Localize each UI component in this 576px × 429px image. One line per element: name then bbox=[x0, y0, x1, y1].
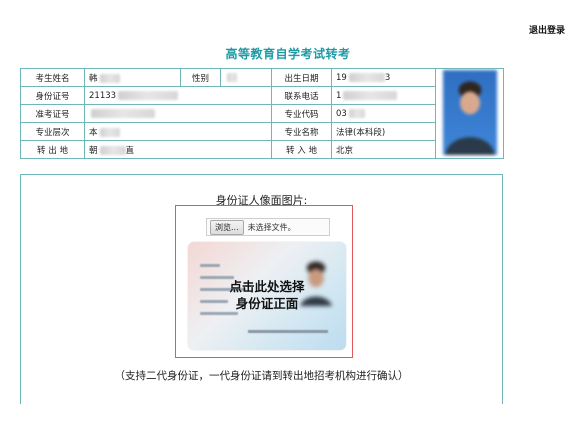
gender-label: 性别 bbox=[180, 68, 221, 87]
level-value: 本 bbox=[84, 122, 272, 141]
to-label: 转 入 地 bbox=[271, 140, 332, 159]
birth-label: 出生日期 bbox=[271, 68, 332, 87]
page-title: 高等教育自学考试转考 bbox=[225, 47, 351, 61]
birth-value: 19 3 bbox=[331, 68, 436, 87]
id-card-preview[interactable]: 点击此处选择 身份证正面 bbox=[188, 242, 346, 350]
upload-frame: 浏览... 未选择文件。 点击此处选择 身份证正面 bbox=[175, 205, 353, 358]
card-number-line bbox=[248, 330, 328, 333]
exam-label: 准考证号 bbox=[20, 104, 85, 123]
candidate-info-table: 考生姓名 韩 性别 出生日期 19 3 身份证号 21133 联系电话 1 准考证… bbox=[20, 68, 504, 159]
table-row: 身份证号 21133 联系电话 1 bbox=[20, 86, 504, 105]
exam-value bbox=[84, 104, 272, 123]
card-overlay-text: 点击此处选择 身份证正面 bbox=[188, 278, 346, 312]
file-status: 未选择文件。 bbox=[247, 222, 296, 232]
name-value: 韩 bbox=[84, 68, 181, 87]
photo-cell bbox=[435, 68, 504, 159]
file-input[interactable]: 浏览... 未选择文件。 bbox=[206, 218, 330, 236]
id-label: 身份证号 bbox=[20, 86, 85, 105]
table-row: 转 出 地 朝直 转 入 地 北京 bbox=[20, 140, 504, 159]
table-row: 专业层次 本 专业名称 法律(本科段) bbox=[20, 122, 504, 141]
phone-value: 1 bbox=[331, 86, 436, 105]
from-label: 转 出 地 bbox=[20, 140, 85, 159]
logout-link[interactable]: 退出登录 bbox=[529, 23, 565, 36]
browse-button[interactable]: 浏览... bbox=[210, 219, 244, 235]
to-value: 北京 bbox=[331, 140, 436, 159]
phone-label: 联系电话 bbox=[271, 86, 332, 105]
upload-section: 身份证人像面图片: 浏览... 未选择文件。 点击此处选择 身份证正面 （支持二… bbox=[20, 174, 503, 404]
candidate-photo bbox=[442, 70, 497, 155]
table-row: 考生姓名 韩 性别 出生日期 19 3 bbox=[20, 68, 504, 159]
major-name-value: 法律(本科段) bbox=[331, 122, 436, 141]
table-row: 准考证号 专业代码 03 bbox=[20, 104, 504, 123]
name-label: 考生姓名 bbox=[20, 68, 85, 87]
id-value: 21133 bbox=[84, 86, 272, 105]
from-value: 朝直 bbox=[84, 140, 272, 159]
level-label: 专业层次 bbox=[20, 122, 85, 141]
major-code-value: 03 bbox=[331, 104, 436, 123]
major-name-label: 专业名称 bbox=[271, 122, 332, 141]
major-code-label: 专业代码 bbox=[271, 104, 332, 123]
overlay-line-2: 身份证正面 bbox=[235, 296, 299, 311]
support-note: （支持二代身份证，一代身份证请到转出地招考机构进行确认） bbox=[114, 370, 409, 382]
gender-value bbox=[220, 68, 272, 87]
overlay-line-1: 点击此处选择 bbox=[229, 279, 305, 294]
